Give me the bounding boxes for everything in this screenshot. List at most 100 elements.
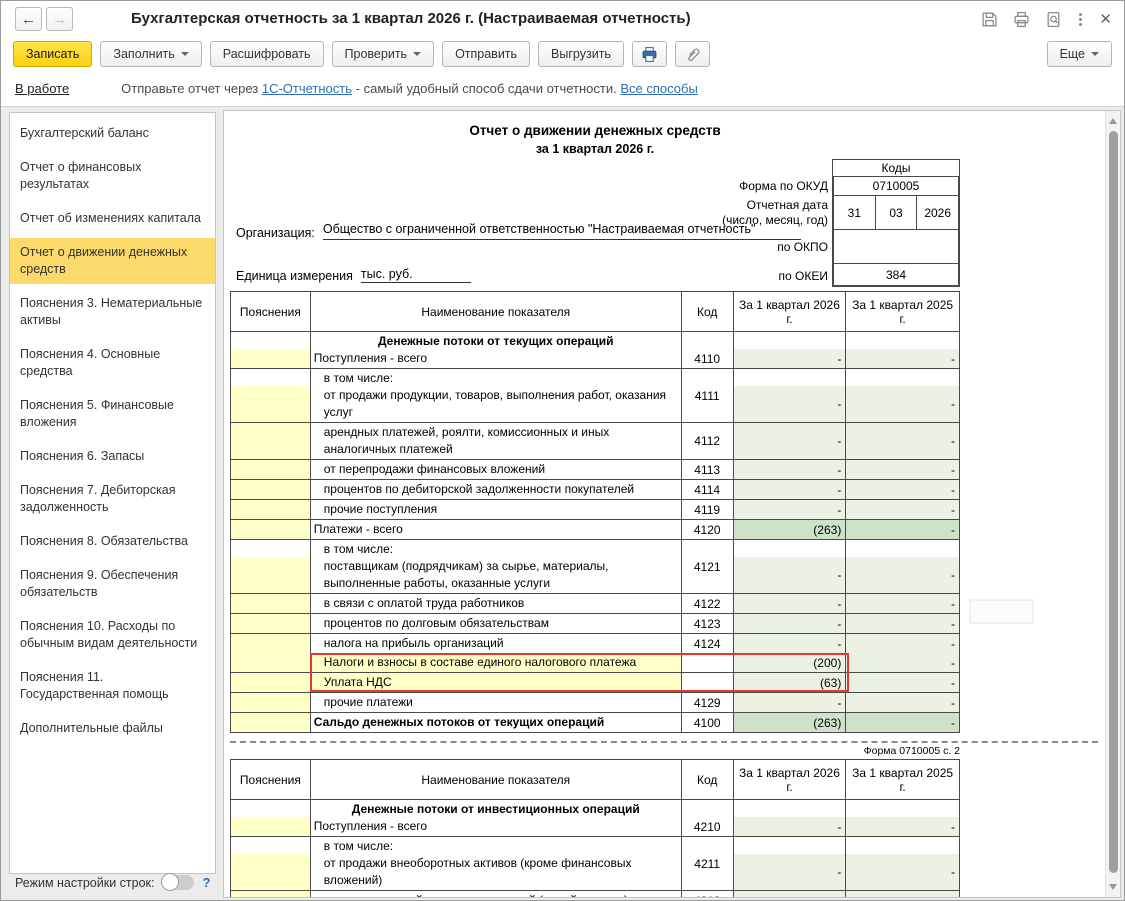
date-month[interactable]: 03: [876, 196, 918, 229]
explanation-cell[interactable]: [231, 634, 311, 653]
sidebar-item[interactable]: Отчет об изменениях капитала: [10, 204, 215, 233]
value-2026-cell[interactable]: (263): [734, 713, 847, 732]
value-2026-cell[interactable]: -: [734, 332, 847, 368]
sidebar-item[interactable]: Пояснения 7. Дебиторская задолженность: [10, 476, 215, 522]
value-2026-cell[interactable]: -: [734, 634, 847, 653]
explanation-cell[interactable]: [231, 540, 311, 593]
row-setup-toggle[interactable]: [162, 875, 194, 890]
export-button[interactable]: Выгрузить: [538, 41, 624, 67]
scrollbar-thumb[interactable]: [1109, 131, 1118, 873]
value-2025-cell[interactable]: -: [846, 673, 959, 692]
value-2025-cell[interactable]: -: [846, 332, 959, 368]
value-2025-cell[interactable]: -: [846, 693, 959, 712]
explanation-cell[interactable]: [231, 713, 311, 732]
sidebar-item[interactable]: Пояснения 4. Основные средства: [10, 340, 215, 386]
value-2026-cell[interactable]: -: [734, 423, 847, 459]
decode-button[interactable]: Расшифровать: [210, 41, 324, 67]
value-2025-cell[interactable]: -: [846, 653, 959, 672]
value-2025-cell[interactable]: -: [846, 634, 959, 653]
value-2026-cell[interactable]: -: [734, 480, 847, 499]
print-icon[interactable]: [1013, 11, 1030, 28]
sidebar-item[interactable]: Пояснения 11. Государственная помощь: [10, 663, 215, 709]
help-icon[interactable]: ?: [202, 875, 210, 890]
sidebar-item[interactable]: Пояснения 9. Обеспечения обязательств: [10, 561, 215, 607]
value-2026-cell[interactable]: -: [734, 460, 847, 479]
preview-search-icon[interactable]: [1045, 11, 1062, 28]
attachment-button[interactable]: [675, 41, 710, 67]
vertical-scrollbar[interactable]: [1105, 111, 1120, 897]
value-2026-cell[interactable]: -: [734, 369, 847, 422]
status-badge[interactable]: В работе: [15, 81, 69, 96]
value-2025-cell[interactable]: [846, 891, 959, 897]
sidebar-item[interactable]: Пояснения 3. Нематериальные активы: [10, 289, 215, 335]
sidebar-item[interactable]: Дополнительные файлы: [10, 714, 215, 743]
value-2025-cell[interactable]: -: [846, 540, 959, 593]
sidebar-item[interactable]: Отчет о движении денежных средств: [10, 238, 215, 284]
service-link[interactable]: 1С-Отчетность: [262, 81, 352, 96]
explanation-cell[interactable]: [231, 369, 311, 422]
sidebar-item[interactable]: Пояснения 10. Расходы по обычным видам д…: [10, 612, 215, 658]
forward-arrow-button[interactable]: →: [46, 7, 73, 31]
value-2025-cell[interactable]: -: [846, 460, 959, 479]
date-day[interactable]: 31: [834, 196, 876, 229]
more-options-icon[interactable]: [1077, 11, 1084, 28]
save-icon[interactable]: [981, 11, 998, 28]
value-2026-cell[interactable]: -: [734, 837, 847, 890]
more-button[interactable]: Еще: [1047, 41, 1112, 67]
explanation-cell[interactable]: [231, 693, 311, 712]
sidebar-item[interactable]: Отчет о финансовых результатах: [10, 153, 215, 199]
explanation-cell[interactable]: [231, 480, 311, 499]
value-2026-cell[interactable]: -: [734, 693, 847, 712]
explanation-cell[interactable]: [231, 520, 311, 539]
scroll-down-icon[interactable]: [1109, 884, 1117, 890]
print-report-button[interactable]: [632, 41, 667, 67]
explanation-cell[interactable]: [231, 653, 311, 672]
value-2025-cell[interactable]: -: [846, 800, 959, 836]
value-2025-cell[interactable]: -: [846, 594, 959, 613]
explanation-cell[interactable]: [231, 614, 311, 633]
value-2026-cell[interactable]: -: [734, 614, 847, 633]
all-methods-link[interactable]: Все способы: [620, 81, 697, 96]
value-2025-cell[interactable]: -: [846, 520, 959, 539]
value-2026-cell[interactable]: (63): [734, 673, 847, 692]
value-2025-cell[interactable]: -: [846, 369, 959, 422]
value-2025-cell[interactable]: -: [846, 713, 959, 732]
explanation-cell[interactable]: [231, 500, 311, 519]
okpo-value[interactable]: [834, 230, 958, 264]
col-header-code: Код: [682, 292, 734, 331]
value-2025-cell[interactable]: -: [846, 423, 959, 459]
value-2026-cell[interactable]: (263): [734, 520, 847, 539]
explanation-cell[interactable]: [231, 800, 311, 836]
explanation-cell[interactable]: [231, 673, 311, 692]
send-button[interactable]: Отправить: [442, 41, 530, 67]
back-arrow-button[interactable]: ←: [15, 7, 42, 31]
scroll-up-icon[interactable]: [1109, 118, 1117, 124]
check-button[interactable]: Проверить: [332, 41, 435, 67]
value-2026-cell[interactable]: -: [734, 594, 847, 613]
value-2025-cell[interactable]: -: [846, 480, 959, 499]
value-2025-cell[interactable]: -: [846, 500, 959, 519]
sidebar-item[interactable]: Пояснения 8. Обязательства: [10, 527, 215, 556]
explanation-cell[interactable]: [231, 332, 311, 368]
value-2025-cell[interactable]: -: [846, 614, 959, 633]
save-button[interactable]: Записать: [13, 41, 92, 67]
sidebar-item[interactable]: Бухгалтерский баланс: [10, 119, 215, 148]
explanation-cell[interactable]: [231, 891, 311, 897]
sidebar-item[interactable]: Пояснения 5. Финансовые вложения: [10, 391, 215, 437]
fill-button[interactable]: Заполнить: [100, 41, 201, 67]
date-year[interactable]: 2026: [917, 196, 958, 229]
close-icon[interactable]: ✕: [1099, 12, 1112, 27]
value-2026-cell[interactable]: (200): [734, 653, 847, 672]
explanation-cell[interactable]: [231, 594, 311, 613]
value-2026-cell[interactable]: -: [734, 540, 847, 593]
sidebar-item[interactable]: Пояснения 6. Запасы: [10, 442, 215, 471]
explanation-cell[interactable]: [231, 837, 311, 890]
explanation-cell[interactable]: [231, 423, 311, 459]
value-2026-cell[interactable]: [734, 891, 847, 897]
unit-value[interactable]: тыс. руб.: [361, 267, 471, 283]
value-2026-cell[interactable]: -: [734, 800, 847, 836]
explanation-cell[interactable]: [231, 460, 311, 479]
value-2025-cell[interactable]: -: [846, 837, 959, 890]
value-2026-cell[interactable]: -: [734, 500, 847, 519]
organization-value[interactable]: Общество с ограниченной ответственностью…: [323, 221, 801, 240]
